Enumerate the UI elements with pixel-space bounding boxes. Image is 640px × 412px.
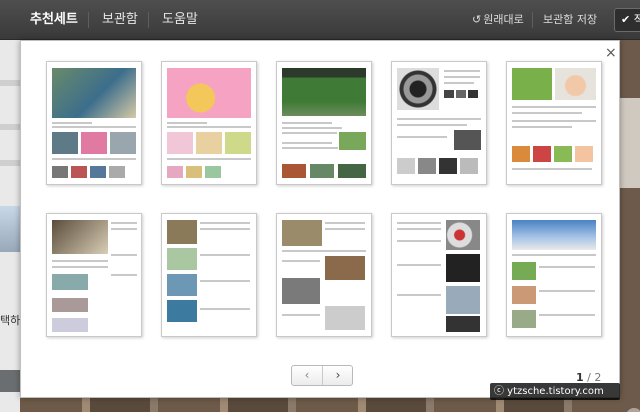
- thumbnail-photo: [52, 220, 108, 254]
- background-image: [0, 206, 20, 252]
- template-thumbnail[interactable]: [276, 61, 372, 185]
- background-ring-icon: [626, 408, 640, 412]
- next-page-button[interactable]: ›: [323, 366, 353, 385]
- background-line: [0, 160, 20, 166]
- template-thumbnail[interactable]: [506, 213, 602, 337]
- template-thumbnail[interactable]: [161, 213, 257, 337]
- background-left-panel: 택하시: [0, 40, 30, 412]
- thumbnail-photo: [512, 220, 596, 250]
- tab-divider: [88, 12, 89, 28]
- background-image: [0, 370, 20, 392]
- thumbnail-photo: [110, 132, 136, 154]
- thumbnail-photo: [81, 132, 107, 154]
- template-thumbnail[interactable]: [46, 61, 142, 185]
- background-line: [0, 80, 20, 86]
- save-to-storage-button[interactable]: 보관함 저장: [543, 0, 597, 40]
- pagination-control: ‹ ›: [291, 365, 353, 386]
- tab-storage[interactable]: 보관함: [102, 0, 138, 40]
- revert-button[interactable]: ↺ 원래대로: [472, 0, 524, 40]
- thumbnail-photo: [52, 68, 136, 118]
- prev-page-button[interactable]: ‹: [292, 366, 322, 385]
- undo-icon: ↺: [472, 13, 482, 26]
- template-picker-modal: × ‹ › 1 / 2: [20, 40, 620, 398]
- background-bottom-strip: [20, 398, 620, 412]
- top-toolbar: 추천세트 보관함 도움말 ↺원래대로 보관함 저장 ✔ 적: [0, 0, 640, 40]
- thumbnail-photo: [167, 68, 251, 118]
- template-thumbnail[interactable]: [506, 61, 602, 185]
- template-thumbnail[interactable]: [46, 213, 142, 337]
- template-thumbnail[interactable]: [391, 213, 487, 337]
- thumbnail-photo: [397, 68, 439, 110]
- thumbnail-photo: [52, 132, 78, 154]
- template-thumbnail[interactable]: [161, 61, 257, 185]
- template-thumbnail[interactable]: [391, 61, 487, 185]
- background-line: [0, 124, 20, 130]
- background-right-panel: [620, 40, 640, 412]
- apply-button[interactable]: ✔ 적: [614, 8, 640, 32]
- close-icon[interactable]: ×: [605, 45, 617, 61]
- watermark: ⓒ ytzsche.tistory.com: [490, 383, 620, 400]
- thumbnail-photo: [282, 68, 366, 116]
- check-icon: ✔: [621, 13, 631, 26]
- tab-divider: [148, 12, 149, 28]
- tab-help[interactable]: 도움말: [162, 0, 198, 40]
- thumbnail-photo: [555, 68, 596, 100]
- background-image: [620, 98, 640, 188]
- apply-label: 적: [634, 13, 640, 26]
- tab-recommended-set[interactable]: 추천세트: [30, 0, 78, 40]
- toolbar-divider: [532, 12, 533, 28]
- thumbnail-photo: [512, 68, 552, 100]
- template-thumbnail[interactable]: [276, 213, 372, 337]
- revert-label: 원래대로: [483, 13, 524, 26]
